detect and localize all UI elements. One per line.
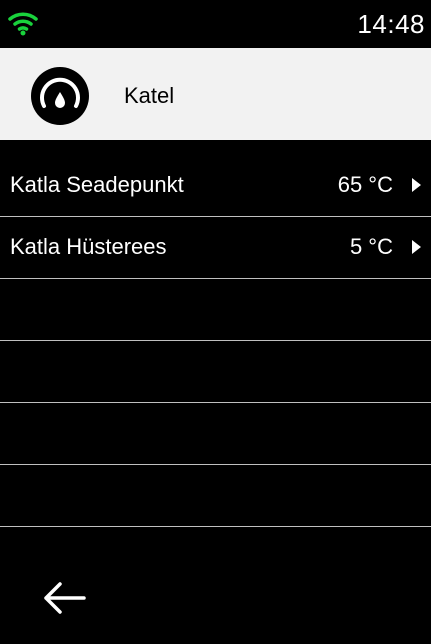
empty-row	[0, 279, 431, 341]
empty-row	[0, 465, 431, 527]
settings-list: Katla Seadepunkt 65 °C Katla Hüsterees 5…	[0, 155, 431, 527]
setting-row-setpoint[interactable]: Katla Seadepunkt 65 °C	[0, 155, 431, 217]
chevron-right-icon	[412, 178, 421, 192]
setting-value: 5 °C	[349, 234, 393, 259]
status-time: 14:48	[357, 9, 425, 39]
empty-row	[0, 341, 431, 403]
page-header: Katel	[0, 48, 431, 140]
empty-row	[0, 403, 431, 465]
status-bar: 14:48	[0, 0, 431, 48]
setting-label: Katla Seadepunkt	[10, 172, 184, 197]
setting-label: Katla Hüsterees	[10, 234, 167, 259]
setting-row-hysteresis[interactable]: Katla Hüsterees 5 °C	[0, 217, 431, 279]
setting-value: 65 °C	[337, 172, 393, 197]
wifi-icon	[8, 12, 38, 36]
page-title: Katel	[124, 83, 175, 108]
boiler-gauge-icon	[31, 67, 89, 125]
back-arrow-icon[interactable]	[40, 578, 88, 618]
chevron-right-icon	[412, 240, 421, 254]
